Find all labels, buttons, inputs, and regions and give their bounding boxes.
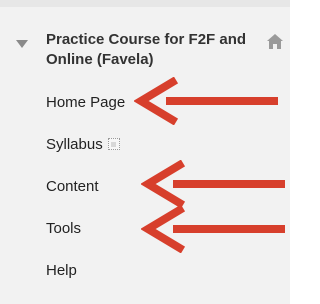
menu-item-tools[interactable]: Tools (46, 219, 81, 239)
red-arrow-icon (141, 160, 285, 208)
triangle-down-icon[interactable] (16, 40, 28, 48)
red-arrow-icon (134, 77, 278, 125)
menu-item-content[interactable]: Content (46, 177, 99, 197)
menu-item-help-label[interactable]: Help (46, 262, 77, 279)
red-arrow-icon (141, 205, 285, 253)
course-header[interactable]: Practice Course for F2F and Online (Fave… (0, 22, 290, 82)
menu-item-home-page[interactable]: Home Page (46, 93, 125, 113)
course-title[interactable]: Practice Course for F2F and Online (Fave… (46, 30, 274, 70)
menu-item-syllabus-label[interactable]: Syllabus (46, 136, 103, 153)
course-menu-panel: Practice Course for F2F and Online (Fave… (0, 0, 290, 304)
menu-item-syllabus[interactable]: Syllabus (46, 135, 120, 155)
menu-item-home-page-label[interactable]: Home Page (46, 94, 125, 111)
menu-item-tools-label[interactable]: Tools (46, 220, 81, 237)
menu-item-content-label[interactable]: Content (46, 178, 99, 195)
panel-top-strip (0, 0, 290, 7)
home-icon[interactable] (266, 33, 284, 50)
menu-item-help[interactable]: Help (46, 261, 77, 281)
file-link-icon (107, 138, 120, 150)
